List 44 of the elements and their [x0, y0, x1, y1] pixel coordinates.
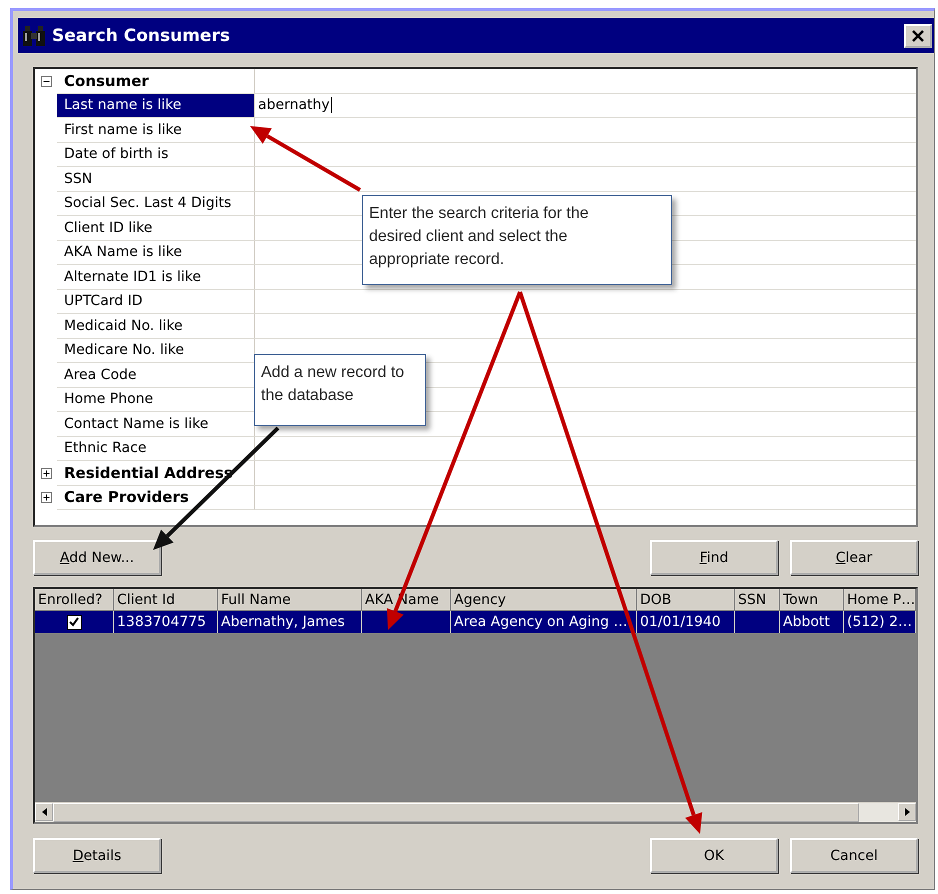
criteria-label[interactable]: Date of birth is	[57, 142, 255, 167]
criteria-label[interactable]: Home Phone	[57, 388, 255, 412]
collapse-icon[interactable]	[40, 76, 52, 87]
section-heading: Residential Address	[57, 461, 255, 486]
criteria-label[interactable]: Alternate ID1 is like	[57, 265, 255, 290]
close-icon	[911, 28, 925, 42]
criteria-label[interactable]: UPTCard ID	[57, 290, 255, 314]
scrollbar-thumb[interactable]	[53, 803, 859, 822]
expand-icon[interactable]	[40, 492, 52, 504]
criteria-value-field[interactable]: abernathy	[255, 94, 916, 118]
criteria-label[interactable]: First name is like	[57, 118, 255, 142]
callout-tooltip: Enter the search criteria for the desired client and select the appropriate record.	[362, 195, 672, 285]
details-button[interactable]: Details	[33, 838, 161, 873]
table-cell: (512) 2…	[844, 611, 916, 633]
dialog-button[interactable]: OK	[650, 838, 778, 873]
close-button[interactable]	[904, 24, 932, 48]
right-arrow-icon	[904, 808, 910, 816]
scroll-right-button[interactable]	[898, 803, 916, 821]
criteria-label[interactable]: Last name is like	[57, 94, 255, 118]
left-arrow-icon	[42, 808, 46, 816]
add-new-button[interactable]: Add New...	[33, 540, 161, 575]
criteria-label[interactable]: Medicare No. like	[57, 338, 255, 363]
criteria-label[interactable]: Ethnic Race	[57, 436, 255, 461]
callout-tooltip: Add a new record to the database	[254, 354, 426, 426]
criteria-label[interactable]: Social Sec. Last 4 Digits	[57, 192, 255, 216]
table-cell: Abernathy, James	[218, 611, 362, 633]
table-cell: Abbott	[780, 611, 844, 633]
search-action-button[interactable]: Clear	[790, 540, 918, 575]
criteria-label[interactable]: Client ID like	[57, 216, 255, 240]
expand-icon[interactable]	[40, 468, 52, 479]
criteria-label[interactable]: SSN	[57, 167, 255, 192]
search-action-button[interactable]: Find	[650, 540, 778, 575]
table-cell: Area Agency on Aging …	[451, 611, 637, 633]
table-cell: 01/01/1940	[637, 611, 735, 633]
section-heading: Care Providers	[57, 486, 255, 510]
criteria-label[interactable]: AKA Name is like	[57, 240, 255, 265]
window-title: Search Consumers	[52, 26, 231, 46]
dialog-button[interactable]: Cancel	[790, 838, 918, 873]
result-row[interactable]: 1383704775 Abernathy, James Area Agency on Aging … 01/01/1940 Abbott (512) 2…	[35, 611, 916, 633]
table-cell: 1383704775	[114, 611, 218, 633]
criteria-label[interactable]: Medicaid No. like	[57, 314, 255, 338]
binoculars-icon	[22, 24, 46, 46]
section-heading: Consumer	[57, 69, 255, 94]
scroll-left-button[interactable]	[35, 803, 53, 821]
